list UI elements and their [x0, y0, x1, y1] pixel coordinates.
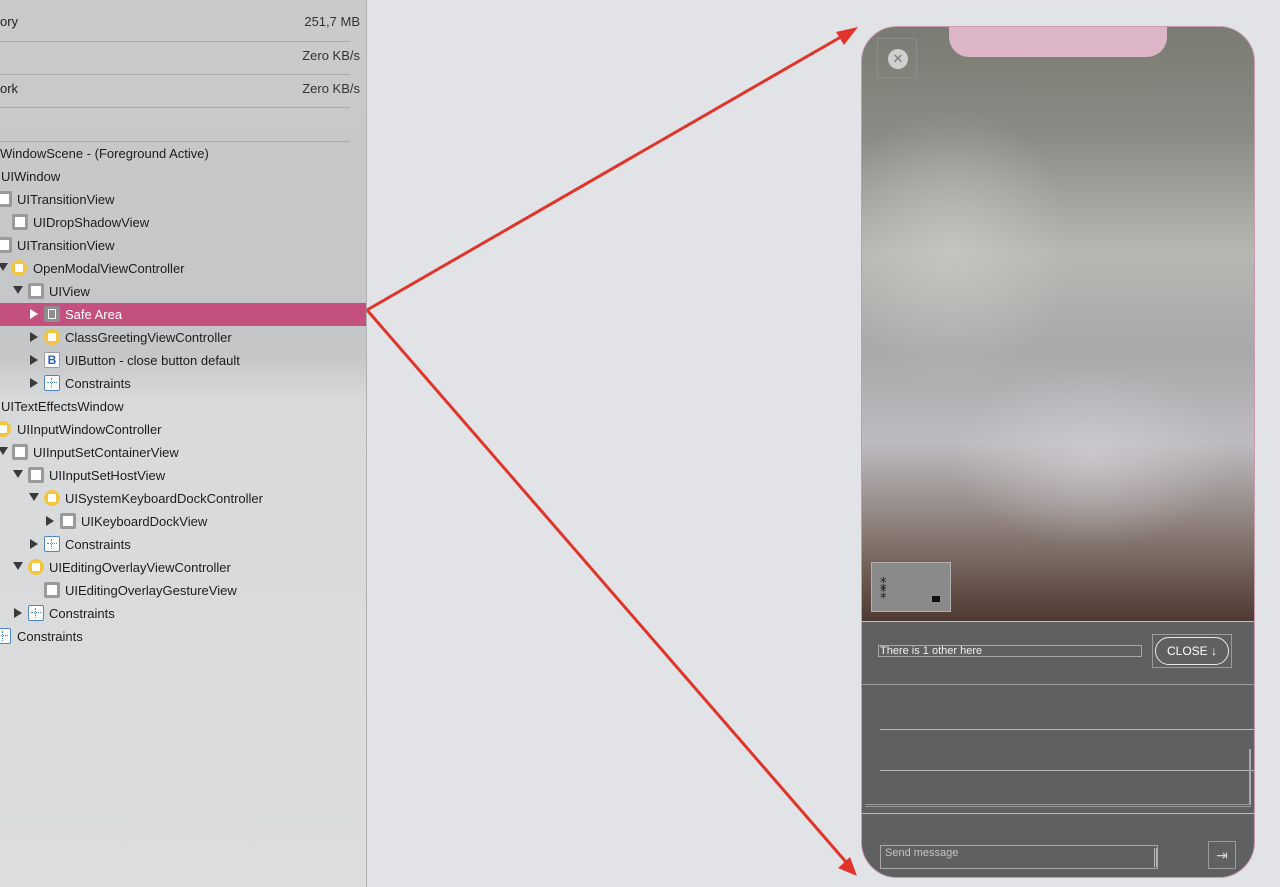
close-button[interactable]: CLOSE ↓: [1155, 637, 1229, 665]
arrow-to-bottom: [365, 309, 848, 863]
message-composer: ⇥: [862, 813, 1254, 877]
arrow-to-top: [366, 32, 847, 312]
safe-area-notch: [949, 27, 1167, 57]
pip-indicator-icon: [932, 596, 940, 602]
chat-row-divider: [880, 770, 1254, 771]
picture-in-picture-view[interactable]: ⁑ ⁑: [871, 562, 951, 612]
close-circle-icon[interactable]: ✕: [888, 49, 908, 69]
presence-bar: There is 1 other here CLOSE ↓: [862, 621, 1254, 685]
device-preview: ✕ ⁑⁑ There is 1 other here CLOSE ↓ ⇥: [861, 26, 1255, 878]
send-arrow-icon[interactable]: ⇥: [1208, 841, 1236, 869]
chat-list[interactable]: [862, 685, 1254, 813]
scrollbar[interactable]: [1249, 749, 1251, 804]
camera-feed-background: [862, 27, 1254, 621]
chat-list-bottom-border: [865, 804, 1251, 807]
chat-row-divider: [880, 729, 1254, 730]
text-caret: [1154, 848, 1157, 867]
arrowhead-bottom-icon: [838, 857, 857, 876]
close-button-frame[interactable]: CLOSE ↓: [1152, 634, 1232, 668]
close-button-frame[interactable]: ✕: [877, 38, 917, 78]
presence-text: There is 1 other here: [878, 645, 1142, 657]
arrowhead-top-icon: [836, 27, 858, 45]
pip-glyph-icon: ⁑ ⁑: [880, 577, 887, 601]
message-input[interactable]: [880, 845, 1158, 869]
